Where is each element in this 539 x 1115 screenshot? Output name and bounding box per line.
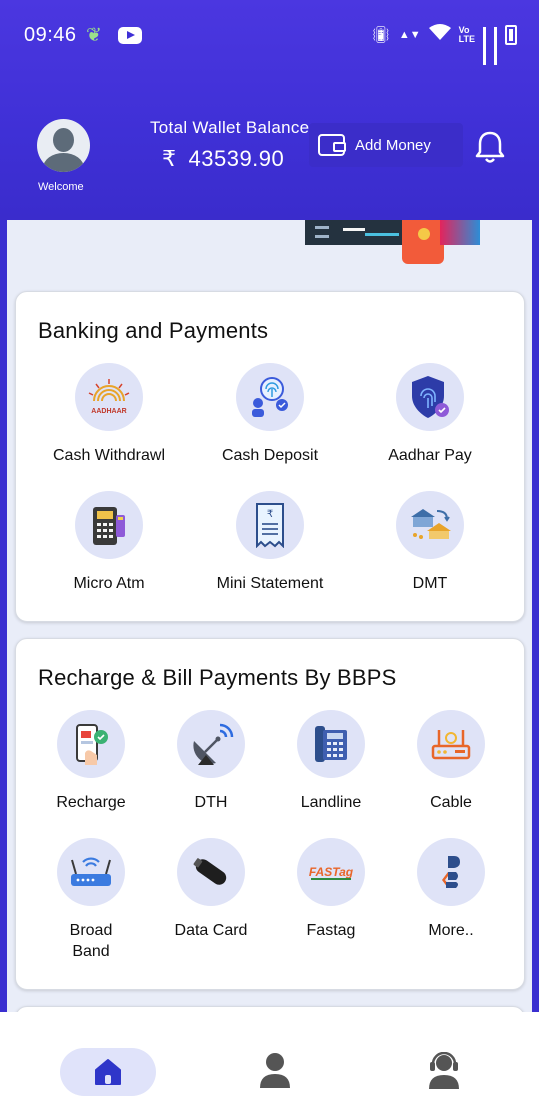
service-label: Recharge [56,794,126,811]
service-more[interactable]: More.. [391,838,511,941]
notification-bell-icon[interactable] [475,130,505,164]
service-cash-withdrawl[interactable]: AADHAAR Cash Withdrawl [39,363,179,466]
signal-icon [483,26,486,65]
app-header: 09:46 ❦ 📳︎ ▲▼ Vo LTE Welcome Total Wallet… [0,0,539,220]
service-label: Data Card [174,922,248,939]
banking-section-title: Banking and Payments [38,318,269,343]
service-recharge[interactable]: Recharge [31,710,151,813]
service-cable[interactable]: Cable [391,710,511,813]
wallet-balance-amount: ₹43539.90 [162,146,284,172]
service-label: DMT [412,575,448,592]
battery-icon [505,24,517,45]
service-label: Micro Atm [73,575,145,592]
service-broadband[interactable]: Broad Band [31,838,151,962]
youtube-icon [118,27,142,44]
support-icon[interactable] [427,1052,461,1090]
fastag-icon: FASTag [297,838,365,906]
leaf-icon: ❦ [86,25,102,46]
status-time: 09:46 [24,24,77,46]
vibrate-icon: 📳︎ [370,26,391,44]
volte-icon: Vo LTE [458,24,475,44]
add-money-label: Add Money [355,136,431,154]
service-label-line: Broad [69,922,113,939]
service-cash-deposit[interactable]: Cash Deposit [200,363,340,466]
money-transfer-icon [396,491,464,559]
rupee-icon: ₹ [162,146,177,171]
service-aadhar-pay[interactable]: Aadhar Pay [360,363,500,466]
service-label: Fastag [306,922,356,939]
service-label: Cash Withdrawl [52,447,166,464]
bbps-logo-icon [417,838,485,906]
bbps-card: Recharge & Bill Payments By BBPS Recharg… [15,638,525,990]
svg-text:AADHAAR: AADHAAR [91,408,126,415]
data-arrows-icon: ▲▼ [398,28,421,41]
pos-terminal-icon [75,491,143,559]
mobile-recharge-icon [57,710,125,778]
banking-payments-card: Banking and Payments AADHAAR Cash Withdr… [15,291,525,622]
promo-banner[interactable] [305,220,485,265]
service-label: Mini Statement [216,575,324,592]
receipt-icon: ₹ [236,491,304,559]
service-label: Cash Deposit [221,447,319,464]
service-label: Cable [430,794,472,811]
service-label: Landline [300,794,362,811]
welcome-text: Welcome [38,181,84,193]
bottom-navigation [0,1012,539,1115]
profile-icon[interactable] [258,1052,292,1090]
service-mini-statement[interactable]: ₹ Mini Statement [200,491,340,594]
wallet-balance-label: Total Wallet Balance [150,118,310,137]
bbps-section-title: Recharge & Bill Payments By BBPS [38,665,397,690]
service-fastag[interactable]: FASTag Fastag [271,838,391,941]
wifi-icon [428,24,451,45]
satellite-dish-icon [177,710,245,778]
status-bar: 09:46 ❦ 📳︎ ▲▼ Vo LTE [24,20,517,65]
cable-box-icon [417,710,485,778]
main-content: Banking and Payments AADHAAR Cash Withdr… [7,220,532,1046]
service-label: More.. [428,922,474,939]
home-icon [95,1059,121,1085]
service-label-line: Band [72,943,110,960]
landline-phone-icon [297,710,365,778]
service-label: Aadhar Pay [388,447,472,464]
nav-home-button[interactable] [60,1048,156,1096]
wallet-icon [318,134,346,156]
avatar[interactable] [37,119,90,172]
fastag-logo-text: FASTag [309,865,354,879]
signal-icon [494,26,497,65]
router-icon [57,838,125,906]
service-data-card[interactable]: Data Card [151,838,271,941]
aadhaar-icon: AADHAAR [75,363,143,431]
service-label: DTH [194,794,228,811]
fingerprint-shield-icon [396,363,464,431]
add-money-button[interactable]: Add Money [309,123,463,167]
service-micro-atm[interactable]: Micro Atm [39,491,179,594]
service-landline[interactable]: Landline [271,710,391,813]
fingerprint-deposit-icon [236,363,304,431]
usb-datacard-icon [177,838,245,906]
service-dmt[interactable]: DMT [360,491,500,594]
service-label: Broad Band [31,920,151,962]
svg-text:₹: ₹ [267,509,273,520]
service-dth[interactable]: DTH [151,710,271,813]
wallet-amount-value: 43539.90 [188,146,285,171]
